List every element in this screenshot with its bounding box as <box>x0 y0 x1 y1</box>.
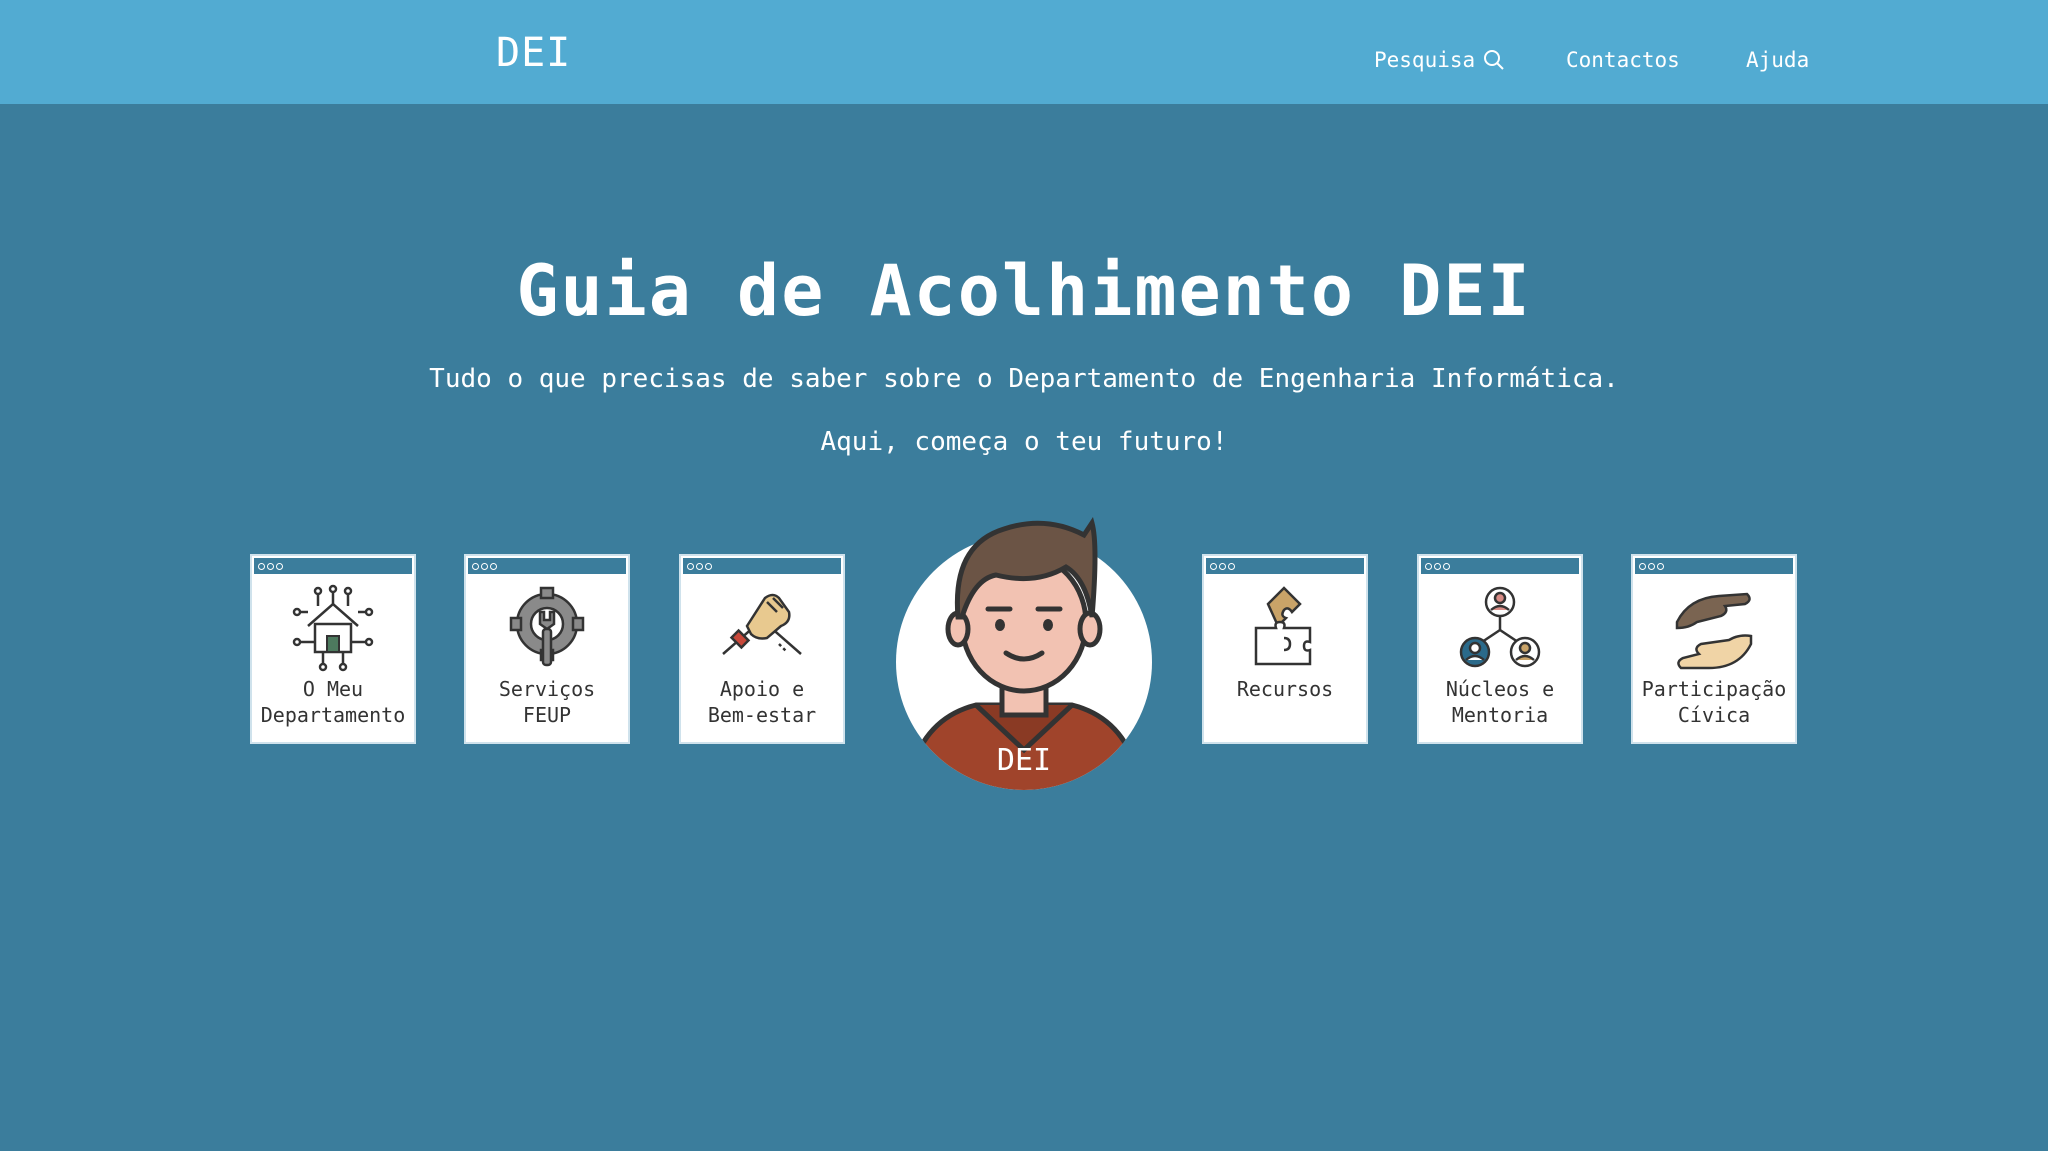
card-participacao-civica[interactable]: Participação Cívica <box>1631 554 1797 744</box>
top-navbar: DEI Pesquisa Contactos Ajuda <box>0 0 2048 104</box>
page-title: Guia de Acolhimento DEI <box>516 250 1532 332</box>
page-subtitle: Tudo o que precisas de saber sobre o Dep… <box>429 364 1619 394</box>
network-people-icon <box>1459 586 1541 668</box>
brand-logo[interactable]: DEI <box>496 30 571 76</box>
card-nucleos-mentoria[interactable]: Núcleos e Mentoria <box>1417 554 1583 744</box>
card-window-bar <box>1633 556 1795 574</box>
card-window-bar <box>466 556 628 574</box>
puzzle-icon <box>1254 586 1312 666</box>
card-servicos-feup[interactable]: Serviços FEUP <box>464 554 630 744</box>
card-o-meu-departamento[interactable]: O Meu Departamento <box>250 554 416 744</box>
student-avatar[interactable]: DEI <box>896 505 1152 795</box>
nav-search-label: Pesquisa <box>1374 48 1476 72</box>
card-window-bar <box>681 556 843 574</box>
gear-wrench-icon <box>509 586 585 667</box>
nav-help-link[interactable]: Ajuda <box>1746 48 1809 72</box>
house-circuit-icon <box>292 584 374 672</box>
card-label: Recursos <box>1236 677 1334 701</box>
card-apoio-bem-estar[interactable]: Apoio e Bem-estar <box>679 554 845 744</box>
avatar-label: DEI <box>996 743 1052 778</box>
page-tagline: Aqui, começa o teu futuro! <box>820 427 1228 457</box>
search-icon <box>1484 50 1504 70</box>
card-label: Serviços FEUP <box>498 677 596 727</box>
handshake-icon <box>722 593 802 655</box>
nav-contacts-link[interactable]: Contactos <box>1566 48 1680 72</box>
nav-search-link[interactable]: Pesquisa <box>1374 48 1505 72</box>
card-window-bar <box>1419 556 1581 574</box>
card-recursos[interactable]: Recursos <box>1202 554 1368 744</box>
card-window-bar <box>252 556 414 574</box>
card-label: O Meu Departamento <box>260 677 406 727</box>
card-label: Apoio e Bem-estar <box>707 677 817 727</box>
card-label: Participação Cívica <box>1641 677 1787 727</box>
helping-hands-icon <box>1675 592 1753 670</box>
card-window-bar <box>1204 556 1366 574</box>
card-label: Núcleos e Mentoria <box>1445 677 1555 727</box>
